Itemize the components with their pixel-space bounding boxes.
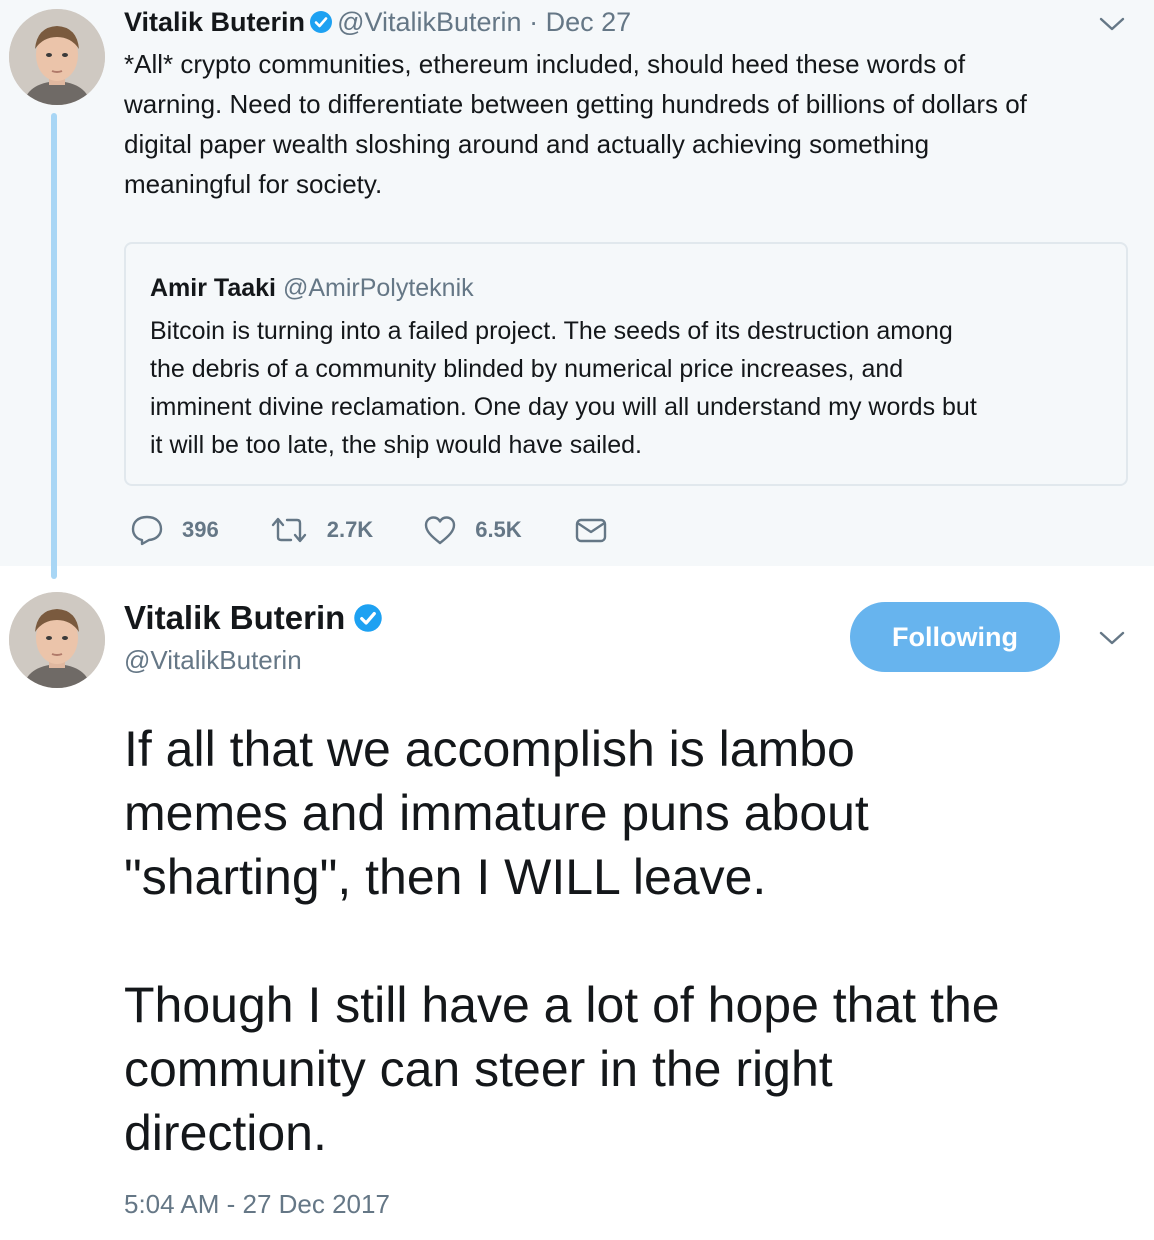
main-tweet-timestamp[interactable]: 5:04 AM - 27 Dec 2017 bbox=[124, 1188, 390, 1220]
main-author-handle[interactable]: @VitalikButerin bbox=[124, 644, 302, 676]
main-tweet-avatar[interactable] bbox=[9, 592, 105, 688]
parent-tweet-header: Vitalik Buterin @VitalikButerin · Dec 27 bbox=[124, 6, 631, 38]
verified-badge-icon bbox=[354, 604, 383, 632]
retweet-icon bbox=[271, 517, 306, 543]
parent-author-name[interactable]: Vitalik Buterin bbox=[124, 7, 305, 37]
thread-connector-line bbox=[51, 113, 57, 579]
tweet-actions: 396 2.7K 6.5K bbox=[130, 512, 608, 548]
reply-count: 396 bbox=[182, 517, 219, 542]
quoted-tweet-header: Amir Taaki @AmirPolyteknik bbox=[150, 272, 474, 304]
like-count: 6.5K bbox=[475, 517, 522, 542]
quoted-tweet-text: Bitcoin is turning into a failed project… bbox=[150, 317, 977, 459]
verified-badge-icon bbox=[310, 11, 333, 33]
reply-icon bbox=[131, 515, 163, 546]
quoted-author-handle: @AmirPolyteknik bbox=[282, 274, 474, 302]
like-button[interactable]: 6.5K bbox=[423, 514, 522, 546]
chevron-down-icon[interactable] bbox=[1097, 14, 1127, 34]
main-author-name[interactable]: Vitalik Buterin bbox=[124, 599, 345, 636]
retweet-button[interactable]: 2.7K bbox=[269, 515, 373, 545]
parent-tweet-date[interactable]: Dec 27 bbox=[546, 7, 632, 37]
header-separator: · bbox=[529, 7, 539, 37]
retweet-count: 2.7K bbox=[326, 517, 374, 542]
reply-button[interactable]: 396 bbox=[130, 514, 219, 546]
parent-author-handle[interactable]: @VitalikButerin bbox=[337, 7, 522, 37]
quoted-author-name: Amir Taaki bbox=[150, 274, 276, 302]
direct-message-button[interactable] bbox=[574, 516, 608, 544]
main-tweet-text: If all that we accomplish is lambo memes… bbox=[124, 721, 1000, 1161]
main-author-name-row: Vitalik Buterin bbox=[124, 598, 387, 638]
parent-tweet-text: *All* crypto communities, ethereum inclu… bbox=[124, 49, 1027, 199]
quoted-tweet[interactable]: Amir Taaki @AmirPolyteknik Bitcoin is tu… bbox=[124, 242, 1128, 486]
chevron-down-icon[interactable] bbox=[1097, 628, 1127, 648]
parent-tweet-avatar[interactable] bbox=[9, 9, 105, 105]
like-icon bbox=[425, 516, 456, 545]
direct-message-icon bbox=[575, 518, 606, 543]
following-button[interactable]: Following bbox=[850, 602, 1060, 672]
